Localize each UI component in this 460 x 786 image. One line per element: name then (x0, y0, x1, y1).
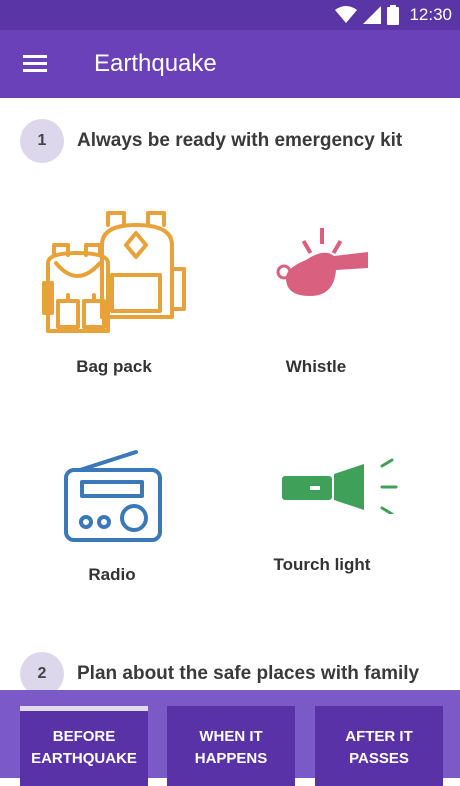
step-number-badge: 1 (20, 119, 64, 163)
section-1-header: 1 Always be ready with emergency kit (20, 119, 450, 163)
item-label-tourch-light: Tourch light (273, 555, 371, 574)
tab-label-line2: PASSES (349, 750, 409, 767)
tab-label-line1: AFTER IT (345, 728, 413, 745)
page-title: Earthquake (94, 50, 217, 77)
wifi-icon (335, 6, 358, 23)
tab-when-it-happens[interactable]: WHEN IT HAPPENS (167, 706, 295, 786)
battery-icon (387, 5, 400, 25)
item-label-bag-pack: Bag pack (76, 357, 152, 376)
whistle-icon (276, 228, 368, 296)
app-bar: Earthquake (0, 30, 460, 98)
status-bar: 12:30 (0, 0, 460, 30)
item-label-whistle: Whistle (285, 357, 347, 376)
backpack-icon (42, 211, 186, 333)
flashlight-icon (282, 458, 398, 514)
hamburger-menu-icon (23, 55, 47, 72)
active-tab-indicator (20, 706, 148, 711)
tab-label: BEFORE EARTHQUAKE (20, 726, 148, 770)
tab-label: AFTER IT PASSES (315, 726, 443, 770)
status-time: 12:30 (409, 5, 452, 24)
tab-label-line2: EARTHQUAKE (31, 750, 137, 767)
tab-label: WHEN IT HAPPENS (167, 726, 295, 770)
radio-icon (64, 450, 162, 542)
menu-button[interactable] (16, 48, 52, 80)
tab-before-earthquake[interactable]: BEFORE EARTHQUAKE (20, 706, 148, 786)
tab-label-line1: BEFORE (52, 728, 116, 745)
status-icons: 12:30 (335, 4, 452, 26)
tab-label-line2: HAPPENS (194, 750, 268, 767)
section-title: Always be ready with emergency kit (77, 130, 403, 151)
item-label-radio: Radio (88, 565, 136, 584)
section-title: Plan about the safe places with family (77, 663, 420, 684)
tab-after-it-passes[interactable]: AFTER IT PASSES (315, 706, 443, 786)
signal-icon (363, 6, 382, 24)
tab-label-line1: WHEN IT (199, 728, 263, 745)
bottom-navigation: BEFORE EARTHQUAKE WHEN IT HAPPENS AFTER … (0, 690, 460, 786)
